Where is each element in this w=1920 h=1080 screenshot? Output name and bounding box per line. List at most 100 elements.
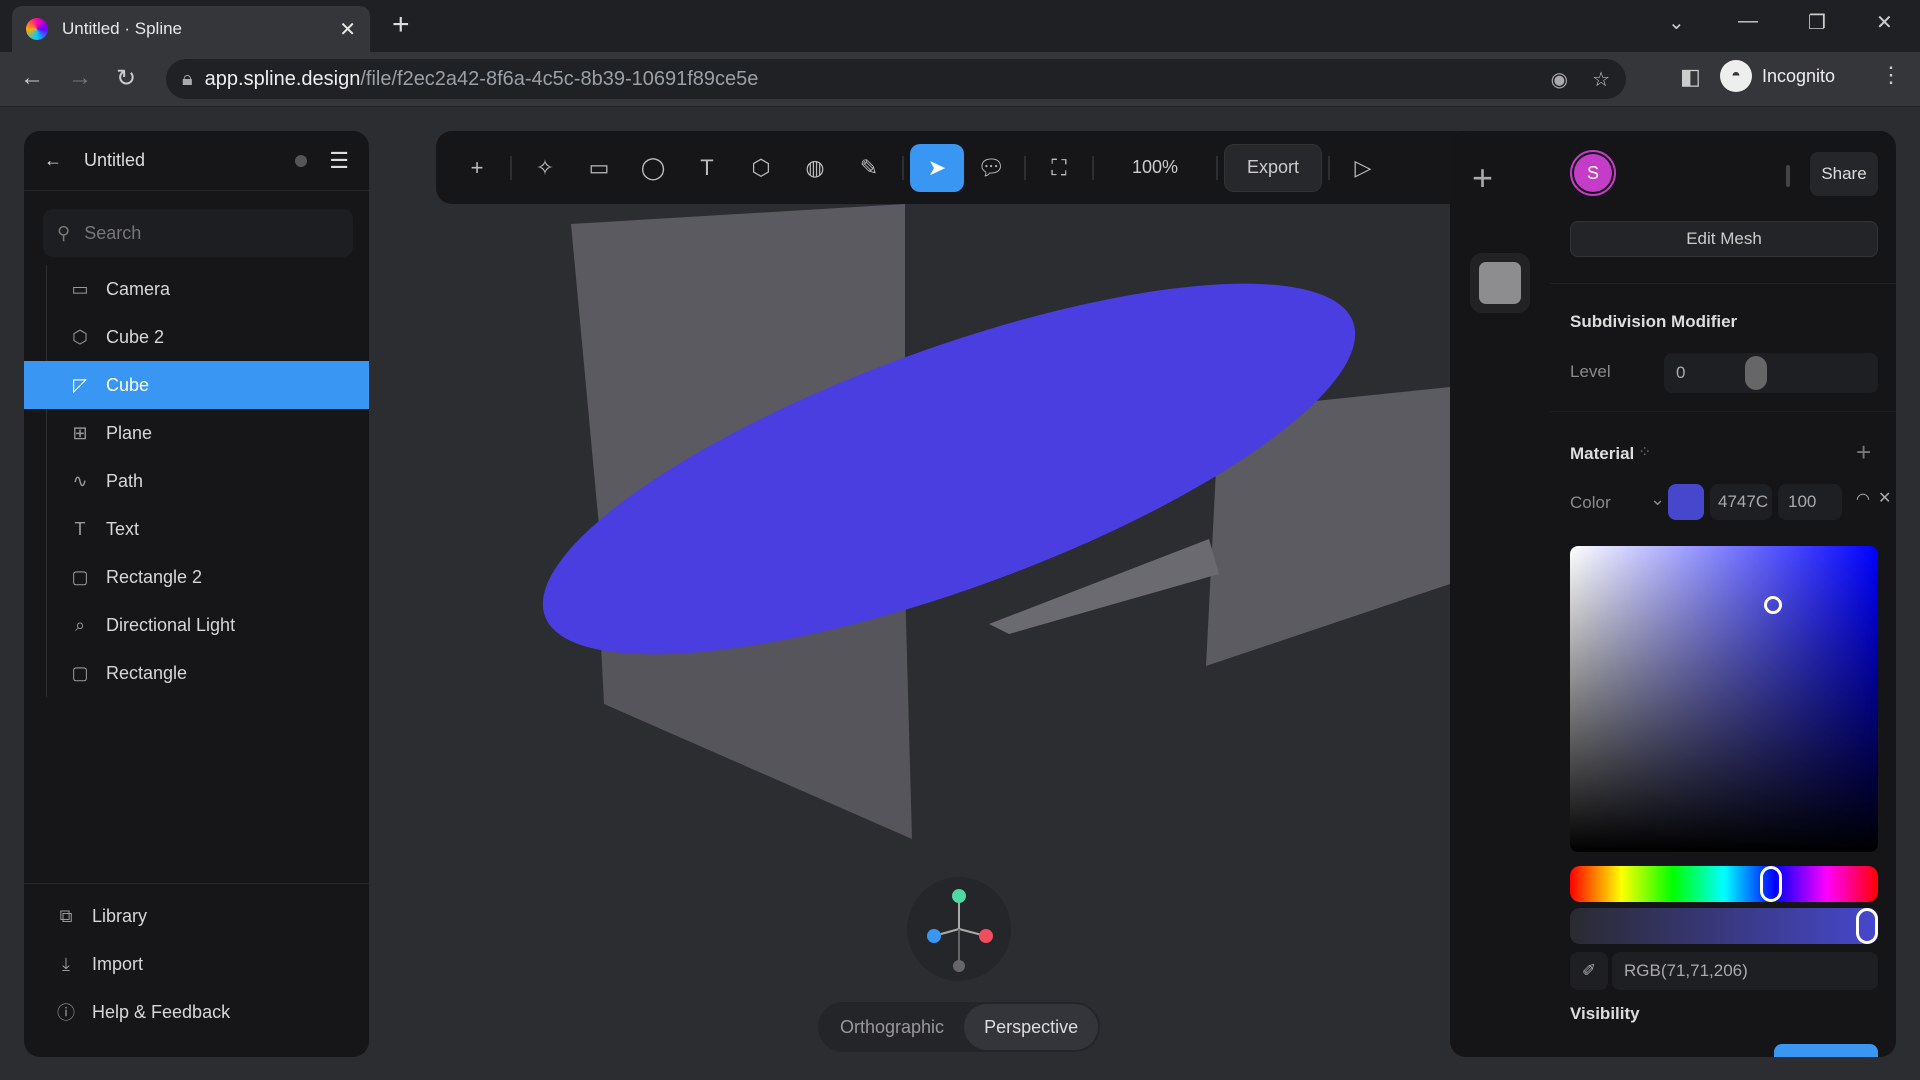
- item-label: Rectangle 2: [106, 566, 203, 587]
- list-item-directional-light[interactable]: ⌕ Directional Light: [24, 601, 369, 649]
- menu-icon[interactable]: ☰: [329, 148, 349, 174]
- orthographic-button[interactable]: Orthographic: [820, 1004, 964, 1050]
- browser-menu-icon[interactable]: ⋮: [1880, 62, 1902, 88]
- level-slider[interactable]: 0: [1664, 353, 1878, 393]
- saturation-picker[interactable]: [1570, 546, 1878, 852]
- help-feedback-link[interactable]: ⓘ Help & Feedback: [24, 988, 369, 1036]
- rectangle-tool-icon[interactable]: ▭: [572, 144, 626, 192]
- eyedropper-icon[interactable]: ✐: [1570, 952, 1608, 990]
- ai-sparkle-icon[interactable]: ✧: [518, 144, 572, 192]
- sphere-tool-icon[interactable]: ◍: [788, 144, 842, 192]
- item-label: Rectangle: [106, 662, 188, 683]
- list-item-path[interactable]: ∿ Path: [24, 457, 369, 505]
- comment-tool-icon[interactable]: 💬︎: [964, 144, 1018, 192]
- item-label: Plane: [106, 422, 153, 443]
- footer-label: Help & Feedback: [92, 1001, 231, 1022]
- item-label: Camera: [106, 278, 171, 299]
- list-item-camera[interactable]: ▭ Camera: [24, 265, 369, 313]
- hue-slider[interactable]: [1570, 866, 1878, 902]
- remove-layer-icon[interactable]: ✕: [1878, 488, 1891, 508]
- footer-label: Library: [92, 905, 148, 926]
- share-button[interactable]: Share: [1810, 152, 1878, 196]
- level-slider-handle[interactable]: [1745, 356, 1768, 390]
- project-title[interactable]: Untitled: [84, 150, 145, 171]
- zoom-level[interactable]: 100%: [1100, 157, 1210, 178]
- close-window-button[interactable]: ✕: [1876, 10, 1893, 35]
- visibility-option-button[interactable]: [1774, 1044, 1878, 1057]
- perspective-button[interactable]: Perspective: [964, 1004, 1099, 1050]
- rgb-value[interactable]: RGB(71,71,206): [1612, 952, 1878, 990]
- side-panel-icon[interactable]: ◧: [1680, 64, 1701, 90]
- browser-tab-bar: Untitled · Spline ✕ + ⌄ — ❐ ✕: [0, 0, 1920, 52]
- list-item-rectangle[interactable]: ▢ Rectangle: [24, 649, 369, 697]
- minimize-button[interactable]: —: [1738, 10, 1758, 33]
- back-arrow-icon[interactable]: ←: [44, 150, 62, 171]
- alpha-slider[interactable]: [1570, 908, 1878, 944]
- edit-mesh-button[interactable]: Edit Mesh: [1570, 221, 1878, 257]
- list-item-text[interactable]: T Text: [24, 505, 369, 553]
- divider: [1024, 155, 1026, 180]
- list-item-rectangle-2[interactable]: ▢ Rectangle 2: [24, 553, 369, 601]
- opacity-input[interactable]: 100: [1778, 484, 1842, 520]
- list-item-cube-2[interactable]: ⬡ Cube 2: [24, 313, 369, 361]
- library-link[interactable]: ⧉ Library: [24, 892, 369, 940]
- tab-search-icon[interactable]: ⌄: [1668, 10, 1685, 35]
- close-tab-icon[interactable]: ✕: [339, 17, 356, 42]
- path-icon: ∿: [72, 470, 88, 491]
- chevron-down-icon[interactable]: ⌄: [1650, 489, 1665, 510]
- add-state-icon[interactable]: +: [1472, 157, 1493, 199]
- light-icon: ⌕: [74, 614, 86, 635]
- avatar-initial: S: [1574, 154, 1612, 192]
- divider: [1550, 283, 1896, 284]
- ellipse-tool-icon[interactable]: ◯: [626, 144, 680, 192]
- address-bar[interactable]: 🔒︎ app.spline.design/file/f2ec2a42-8f6a-4…: [166, 59, 1626, 99]
- incognito-badge[interactable]: ◓ Incognito: [1720, 60, 1835, 92]
- text-icon: T: [74, 518, 86, 539]
- rectangle-icon: ▢: [71, 566, 89, 587]
- browser-tab[interactable]: Untitled · Spline ✕: [12, 6, 370, 52]
- tab-title: Untitled · Spline: [62, 19, 183, 38]
- bookmark-star-icon[interactable]: ☆: [1592, 67, 1610, 92]
- left-panel-footer: ⧉ Library ⤓ Import ⓘ Help & Feedback: [24, 883, 369, 1036]
- hex-input[interactable]: 4747C: [1710, 484, 1772, 520]
- restore-button[interactable]: ❐: [1808, 10, 1826, 35]
- divider: [1550, 411, 1896, 412]
- color-swatch[interactable]: [1668, 484, 1704, 520]
- forward-icon[interactable]: →: [68, 64, 92, 92]
- list-item-plane[interactable]: ⊞ Plane: [24, 409, 369, 457]
- export-button[interactable]: Export: [1224, 143, 1322, 192]
- back-icon[interactable]: ←: [20, 64, 44, 92]
- add-layer-icon[interactable]: +: [1856, 437, 1871, 468]
- item-label: Text: [106, 518, 140, 539]
- hue-handle[interactable]: [1760, 866, 1782, 902]
- library-icon: ⧉: [59, 905, 73, 926]
- picker-handle[interactable]: [1764, 596, 1782, 614]
- state-column: +: [1450, 131, 1550, 1057]
- y-axis-dot: [952, 889, 966, 903]
- z-axis-dot: [927, 929, 941, 943]
- level-label: Level: [1570, 362, 1611, 381]
- divider: [510, 155, 512, 180]
- select-tool-icon[interactable]: ➤: [910, 143, 964, 192]
- reload-icon[interactable]: ↻: [116, 64, 136, 93]
- search-input[interactable]: ⚲ Search: [43, 209, 353, 257]
- tracking-eye-icon[interactable]: ◉: [1551, 67, 1568, 92]
- new-tab-button[interactable]: +: [392, 8, 410, 42]
- drag-handle-icon[interactable]: ⁘: [1638, 442, 1651, 462]
- text-tool-icon[interactable]: T: [680, 144, 734, 192]
- avatar[interactable]: S: [1570, 150, 1616, 196]
- profile-label: Incognito: [1762, 65, 1836, 86]
- list-item-cube[interactable]: ◸ Cube: [24, 361, 369, 409]
- top-toolbar: + ✧ ▭ ◯ T ⬡ ◍ ✎ ➤ 💬︎ ⛶ 100% Export ▷: [436, 131, 1548, 204]
- import-link[interactable]: ⤓ Import: [24, 940, 369, 988]
- frame-focus-icon[interactable]: ⛶: [1032, 144, 1086, 192]
- axis-gizmo[interactable]: [906, 876, 1012, 982]
- play-icon[interactable]: ▷: [1336, 144, 1390, 192]
- pen-tool-icon[interactable]: ✎: [842, 144, 896, 192]
- neg-axis-dot: [953, 960, 965, 972]
- cube-tool-icon[interactable]: ⬡: [734, 144, 788, 192]
- visibility-toggle-icon[interactable]: ◠: [1856, 489, 1870, 509]
- add-icon[interactable]: +: [450, 144, 504, 192]
- state-thumbnail[interactable]: [1470, 253, 1530, 313]
- alpha-handle[interactable]: [1856, 908, 1878, 944]
